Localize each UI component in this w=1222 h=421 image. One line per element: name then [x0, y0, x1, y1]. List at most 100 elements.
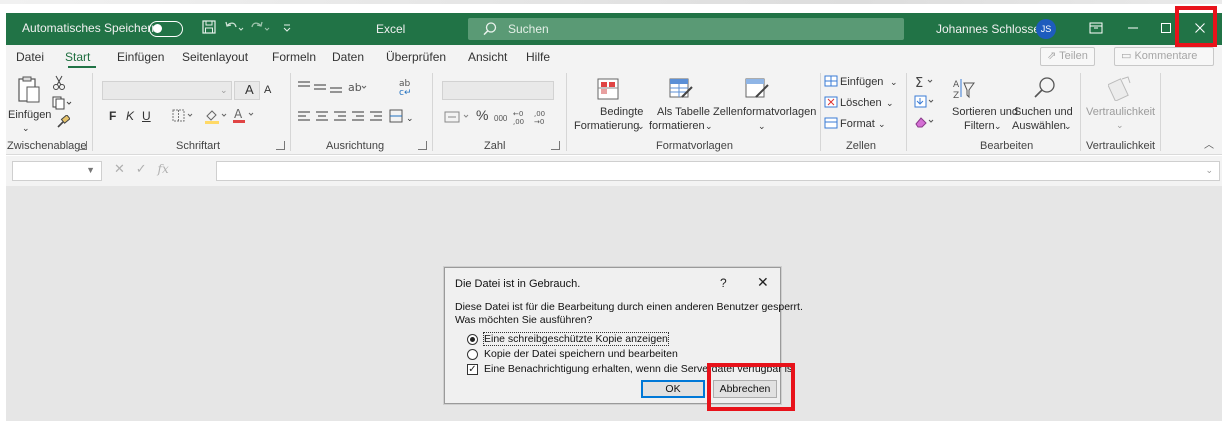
find-select-label-2[interactable]: Auswählen — [1012, 120, 1066, 133]
format-painter-icon[interactable] — [56, 114, 71, 132]
option-notify-checkbox[interactable]: ✓ — [467, 363, 478, 375]
share-button[interactable]: ⇗ Teilen — [1040, 47, 1095, 66]
paste-icon[interactable] — [16, 75, 42, 108]
format-cells-dropdown-icon[interactable]: ⌄ — [878, 118, 886, 131]
sort-filter-label-1[interactable]: Sortieren und — [952, 106, 1018, 119]
ok-button[interactable]: OK — [641, 380, 705, 398]
maximize-icon[interactable] — [1156, 19, 1176, 39]
number-format-combo[interactable] — [442, 81, 554, 100]
clipboard-launcher-icon[interactable] — [78, 141, 87, 150]
find-select-dropdown-icon[interactable]: ⌄ — [1064, 120, 1072, 133]
font-shrink-icon[interactable]: A — [264, 84, 271, 97]
align-left-icon[interactable] — [296, 109, 406, 128]
font-name-dropdown-icon[interactable]: ⌄ — [220, 84, 228, 97]
tab-start[interactable]: Start — [65, 50, 90, 64]
option-readonly-label[interactable]: Eine schreibgeschützte Kopie anzeigen — [483, 332, 669, 346]
cell-styles-label[interactable]: Zellenformatvorlagen — [713, 106, 816, 119]
option-save-copy[interactable]: Kopie der Datei speichern und bearbeiten — [467, 347, 678, 361]
dialog-help-button[interactable]: ? — [720, 276, 727, 290]
cancel-formula-icon[interactable]: ✕ — [114, 161, 125, 176]
font-color-icon[interactable]: A — [232, 107, 258, 127]
formula-input[interactable]: ⌄ — [216, 161, 1220, 181]
border-icon[interactable] — [172, 109, 196, 126]
tab-seitenlayout[interactable]: Seitenlayout — [182, 50, 248, 64]
option-readonly-radio[interactable] — [467, 333, 478, 345]
ribbon-display-options-icon[interactable] — [1086, 19, 1106, 39]
insert-cells-label[interactable]: Einfügen — [840, 76, 883, 89]
sort-filter-dropdown-icon[interactable]: ⌄ — [994, 120, 1002, 133]
format-cells-icon[interactable] — [824, 117, 838, 132]
fill-icon[interactable] — [914, 95, 938, 112]
delete-cells-dropdown-icon[interactable]: ⌄ — [886, 97, 894, 110]
sensitivity-dropdown-icon[interactable]: ⌄ — [1116, 119, 1124, 132]
merge-dropdown-icon[interactable]: ⌄ — [406, 112, 414, 125]
find-select-label-1[interactable]: Suchen und — [1014, 106, 1073, 119]
conditional-formatting-dropdown-icon[interactable]: ⌄ — [637, 120, 645, 133]
copy-icon[interactable] — [52, 96, 74, 113]
italic-button[interactable]: K — [126, 110, 134, 123]
dialog-close-button[interactable]: ✕ — [757, 274, 769, 291]
number-launcher-icon[interactable] — [551, 141, 560, 150]
redo-icon[interactable] — [250, 20, 270, 37]
option-readonly-copy[interactable]: Eine schreibgeschützte Kopie anzeigen — [467, 332, 669, 346]
tab-formeln[interactable]: Formeln — [272, 50, 316, 64]
autosum-icon[interactable]: Σ — [914, 75, 938, 92]
confirm-formula-icon[interactable]: ✓ — [136, 161, 147, 176]
name-box[interactable]: ▼ — [12, 161, 102, 181]
conditional-formatting-label-1[interactable]: Bedingte — [600, 106, 643, 119]
clear-icon[interactable] — [914, 115, 938, 132]
tab-einfuegen[interactable]: Einfügen — [117, 50, 164, 64]
sort-filter-label-2[interactable]: Filtern — [964, 120, 995, 133]
fill-color-icon[interactable] — [204, 108, 230, 127]
cell-styles-icon[interactable] — [744, 77, 770, 104]
insert-cells-dropdown-icon[interactable]: ⌄ — [890, 76, 898, 89]
autosave-toggle[interactable] — [149, 21, 183, 37]
name-box-dropdown-icon[interactable]: ▼ — [86, 165, 95, 175]
cell-styles-dropdown-icon[interactable]: ⌄ — [758, 120, 766, 133]
format-as-table-label-2[interactable]: formatieren — [649, 120, 705, 133]
alignment-launcher-icon[interactable] — [418, 141, 427, 150]
sensitivity-label[interactable]: Vertraulichkeit — [1086, 106, 1155, 119]
font-name-combo[interactable] — [102, 81, 232, 100]
minimize-icon[interactable] — [1123, 19, 1143, 39]
collapse-ribbon-icon[interactable]: ︿ — [1204, 139, 1214, 152]
cut-icon[interactable] — [52, 75, 66, 94]
format-cells-label[interactable]: Format — [840, 118, 875, 131]
comments-button[interactable]: ▭ Kommentare — [1114, 47, 1214, 66]
option-save-copy-radio[interactable] — [467, 348, 478, 360]
tab-ueberpruefen[interactable]: Überprüfen — [386, 50, 446, 64]
tab-ansicht[interactable]: Ansicht — [468, 50, 507, 64]
sensitivity-icon[interactable] — [1107, 75, 1132, 104]
find-select-icon[interactable] — [1032, 75, 1058, 104]
avatar[interactable]: JS — [1036, 19, 1056, 39]
sort-filter-icon[interactable]: AZ — [952, 77, 976, 104]
underline-button[interactable]: U — [142, 110, 151, 123]
font-grow-icon[interactable]: A — [245, 83, 254, 96]
undo-icon[interactable] — [224, 20, 244, 37]
bold-button[interactable]: F — [109, 110, 116, 123]
insert-cells-icon[interactable] — [824, 75, 838, 90]
expand-formula-icon[interactable]: ⌄ — [1205, 165, 1213, 176]
format-as-table-dropdown-icon[interactable]: ⌄ — [705, 120, 713, 133]
decimal-increase-icon[interactable]: ←0,00,00 →0 — [512, 108, 552, 129]
format-as-table-icon[interactable] — [668, 77, 694, 104]
tab-daten[interactable]: Daten — [332, 50, 364, 64]
search-box[interactable]: Suchen — [468, 18, 904, 40]
conditional-formatting-icon[interactable] — [596, 77, 620, 104]
paste-label[interactable]: Einfügen — [8, 109, 51, 122]
tab-datei[interactable]: Datei — [16, 50, 44, 64]
delete-cells-label[interactable]: Löschen — [840, 97, 882, 110]
font-launcher-icon[interactable] — [276, 141, 285, 150]
accounting-format-icon[interactable] — [444, 110, 474, 127]
tab-hilfe[interactable]: Hilfe — [526, 50, 550, 64]
customize-quick-access-icon[interactable] — [282, 20, 292, 37]
align-top-icon[interactable]: ab — [296, 79, 376, 98]
insert-function-icon[interactable]: fx — [158, 162, 169, 176]
delete-cells-icon[interactable] — [824, 96, 838, 111]
wrap-text-icon[interactable]: ab c↵ — [398, 77, 416, 100]
save-icon[interactable] — [202, 20, 216, 37]
option-save-copy-label[interactable]: Kopie der Datei speichern und bearbeiten — [484, 348, 678, 360]
percent-button[interactable]: % — [476, 108, 488, 122]
format-as-table-label-1[interactable]: Als Tabelle — [657, 106, 710, 119]
paste-dropdown-icon[interactable]: ⌄ — [22, 122, 30, 135]
